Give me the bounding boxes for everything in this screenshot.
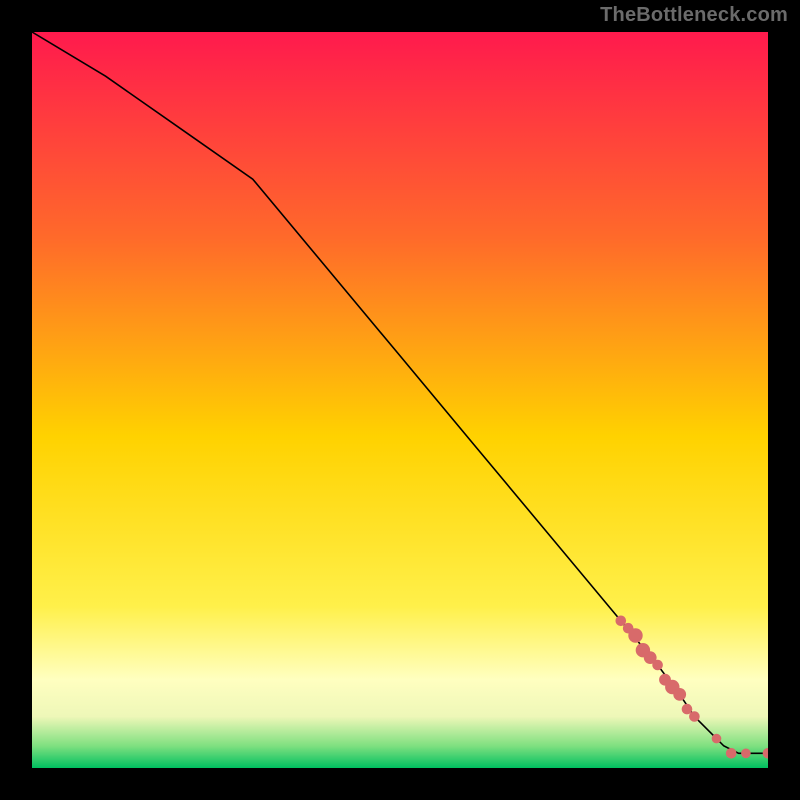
data-point: [726, 748, 737, 759]
data-point: [652, 660, 663, 671]
chart-svg: [32, 32, 768, 768]
data-point: [689, 711, 700, 722]
data-point: [741, 749, 751, 759]
watermark-text: TheBottleneck.com: [600, 4, 788, 27]
plot-area: [32, 32, 768, 768]
data-point: [673, 688, 686, 701]
chart-stage: TheBottleneck.com: [0, 0, 800, 800]
data-point: [628, 628, 642, 642]
data-point: [712, 734, 722, 744]
gradient-background: [32, 32, 768, 768]
